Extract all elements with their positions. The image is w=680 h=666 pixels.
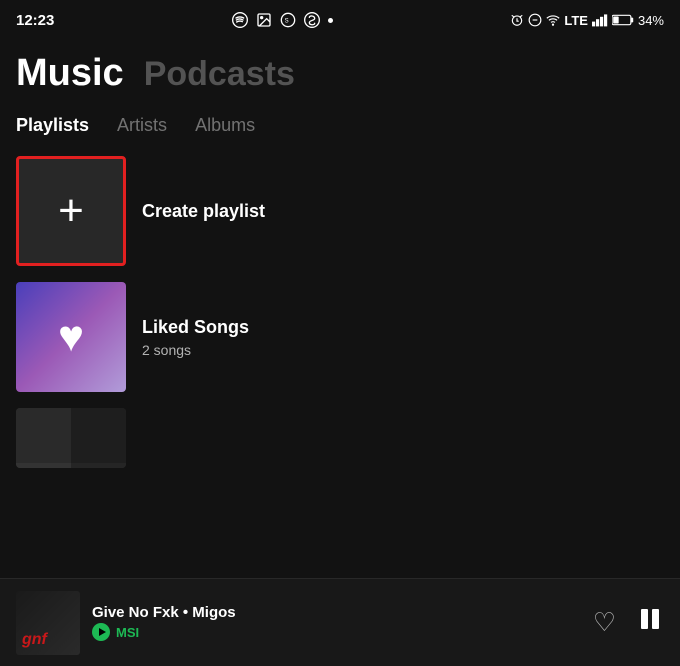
- tab-playlists[interactable]: Playlists: [16, 115, 89, 136]
- now-playing-controls: ♡: [593, 605, 664, 641]
- play-triangle: [99, 628, 106, 636]
- tab-music[interactable]: Music: [16, 52, 124, 95]
- liked-songs-title: Liked Songs: [142, 317, 249, 338]
- now-playing-title: Give No Fxk • Migos: [92, 604, 581, 621]
- create-playlist-label: Create playlist: [142, 201, 265, 222]
- liked-songs-count: 2 songs: [142, 342, 249, 358]
- create-playlist-row[interactable]: + Create playlist: [16, 156, 664, 266]
- playlist-content: + Create playlist ♥ Liked Songs 2 songs: [0, 156, 680, 468]
- tab-artists[interactable]: Artists: [117, 115, 167, 136]
- plus-icon: +: [58, 189, 84, 233]
- third-playlist-thumbnail: [16, 408, 126, 468]
- now-playing-source-text: MSI: [116, 625, 139, 640]
- heart-icon: ♥: [58, 312, 84, 362]
- pause-button[interactable]: [636, 605, 664, 641]
- liked-songs-info: Liked Songs 2 songs: [142, 317, 249, 358]
- status-bar: 12:23 S LTE 34%: [0, 0, 680, 36]
- now-playing-thumbnail: gnf: [16, 591, 80, 655]
- spotify-play-icon: [92, 623, 110, 641]
- signal-icon: [592, 13, 608, 27]
- minus-circle-icon: [528, 13, 542, 27]
- main-tabs: Music Podcasts: [16, 52, 664, 95]
- liked-songs-row[interactable]: ♥ Liked Songs 2 songs: [16, 282, 664, 392]
- now-playing-info: Give No Fxk • Migos MSI: [92, 604, 581, 641]
- alarm-icon: [510, 13, 524, 27]
- scrobbler-icon: S: [280, 12, 296, 28]
- gallery-icon: [256, 12, 272, 28]
- lte-label: LTE: [564, 13, 588, 28]
- header: Music Podcasts Playlists Artists Albums: [0, 36, 680, 136]
- liked-songs-thumbnail: ♥: [16, 282, 126, 392]
- status-app-icons: S: [232, 12, 333, 28]
- create-playlist-thumbnail[interactable]: +: [16, 156, 126, 266]
- spotify-icon: [232, 12, 248, 28]
- now-playing-bar[interactable]: gnf Give No Fxk • Migos MSI ♡: [0, 578, 680, 666]
- wifi-icon: [546, 13, 560, 27]
- status-right-icons: LTE 34%: [510, 13, 664, 28]
- svg-text:S: S: [285, 19, 289, 25]
- battery-percent: 34%: [638, 13, 664, 28]
- pause-icon: [636, 605, 664, 633]
- battery-icon: [612, 13, 634, 27]
- album-label: gnf: [22, 631, 47, 649]
- shazam-icon: [304, 12, 320, 28]
- tab-podcasts[interactable]: Podcasts: [144, 55, 295, 94]
- third-playlist-row[interactable]: [16, 408, 664, 468]
- status-dot: [328, 18, 333, 23]
- now-playing-source: MSI: [92, 623, 581, 641]
- status-time: 12:23: [16, 12, 54, 29]
- sub-tabs: Playlists Artists Albums: [16, 115, 664, 136]
- like-button[interactable]: ♡: [593, 607, 616, 638]
- tab-albums[interactable]: Albums: [195, 115, 255, 136]
